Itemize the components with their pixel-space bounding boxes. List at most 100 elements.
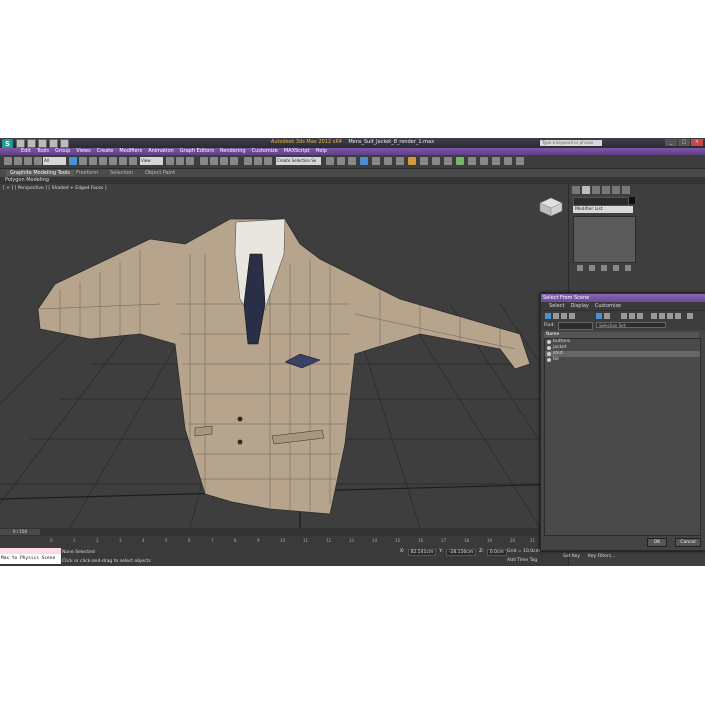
pivot-icon[interactable] — [166, 157, 174, 165]
selection-filter-dropdown[interactable]: All — [43, 157, 66, 165]
keyboard-shortcut-icon[interactable] — [186, 157, 194, 165]
y-coordinate-field[interactable]: -28.156cm — [445, 549, 477, 556]
polygon-modeling-panel[interactable]: Polygon Modeling — [0, 177, 705, 184]
activeshade-icon[interactable] — [432, 157, 440, 165]
hierarchy-icon[interactable] — [659, 313, 665, 319]
render-to-texture-icon[interactable] — [516, 157, 524, 165]
window-crossing-icon[interactable] — [99, 157, 107, 165]
batch-render-icon[interactable] — [504, 157, 512, 165]
modifier-list-dropdown[interactable]: Modifier List — [573, 206, 633, 213]
tab-selection[interactable]: Selection — [110, 170, 133, 176]
make-unique-icon[interactable] — [601, 265, 607, 271]
menu-item[interactable]: MAXScript — [281, 148, 313, 155]
viewport-label[interactable]: [ + ] [ Perspective ] [ Shaded + Edged F… — [3, 186, 107, 191]
render-iterative-icon[interactable] — [420, 157, 428, 165]
find-input[interactable] — [558, 322, 593, 330]
dialog-menu-display[interactable]: Display — [567, 302, 591, 310]
menu-item[interactable]: Graph Editors — [177, 148, 217, 155]
select-all-icon[interactable] — [621, 313, 627, 319]
time-slider-track[interactable]: 0 / 100 — [0, 528, 540, 536]
undo-icon[interactable] — [4, 157, 12, 165]
select-object-icon[interactable] — [69, 157, 77, 165]
viewcube-icon[interactable] — [539, 197, 563, 217]
curve-editor-icon[interactable] — [348, 157, 356, 165]
configure-sets-icon[interactable] — [625, 265, 631, 271]
hierarchy-tab-icon[interactable] — [592, 186, 600, 194]
link-icon[interactable] — [14, 157, 22, 165]
layer-manager-icon[interactable] — [326, 157, 334, 165]
perspective-viewport[interactable]: [ + ] [ Perspective ] [ Shaded + Edged F… — [0, 184, 568, 528]
object-name-field[interactable] — [573, 197, 629, 206]
graphite-toggle-icon[interactable] — [337, 157, 345, 165]
menu-item[interactable]: Customize — [249, 148, 281, 155]
filter-icon[interactable] — [675, 313, 681, 319]
timeline-ruler[interactable]: 0 1 2 3 4 5 6 7 8 9 10 11 12 13 14 15 16… — [0, 536, 540, 546]
columns-icon[interactable] — [667, 313, 673, 319]
add-time-tag-button[interactable]: Add Time Tag — [507, 558, 537, 563]
object-color-swatch[interactable] — [629, 197, 635, 204]
render-production-icon[interactable] — [408, 157, 416, 165]
ref-coord-dropdown[interactable]: View — [140, 157, 163, 165]
select-by-name-icon[interactable] — [79, 157, 87, 165]
modifier-stack[interactable] — [573, 216, 636, 263]
menu-item[interactable]: Animation — [145, 148, 177, 155]
time-slider[interactable]: 0 / 100 — [0, 529, 40, 535]
modify-tab-icon[interactable] — [582, 186, 590, 194]
selection-set-dropdown[interactable]: Selection Set: — [596, 322, 666, 328]
create-tab-icon[interactable] — [572, 186, 580, 194]
maximize-icon[interactable]: □ — [678, 139, 690, 146]
rectangle-selection-icon[interactable] — [89, 157, 97, 165]
video-post-icon[interactable] — [480, 157, 488, 165]
minimize-icon[interactable]: _ — [665, 139, 677, 146]
display-shapes-icon[interactable] — [553, 313, 559, 319]
menu-item[interactable]: Help — [313, 148, 330, 155]
move-icon[interactable] — [109, 157, 117, 165]
dialog-menu-select[interactable]: Select — [546, 302, 567, 310]
suit-jacket-mesh[interactable] — [37, 218, 531, 515]
display-cameras-icon[interactable] — [569, 313, 575, 319]
key-filters-button[interactable]: Key Filters... — [588, 554, 615, 559]
dialog-menu-customize[interactable]: Customize — [592, 302, 624, 310]
display-geometry-icon[interactable] — [545, 313, 551, 319]
display-tab-icon[interactable] — [612, 186, 620, 194]
sort-icon[interactable] — [651, 313, 657, 319]
tab-freeform[interactable]: Freeform — [76, 170, 98, 176]
menu-item[interactable]: Rendering — [217, 148, 249, 155]
named-selection-dropdown[interactable]: Create Selection Se — [276, 157, 321, 165]
mirror-icon[interactable] — [254, 157, 262, 165]
manipulate-icon[interactable] — [176, 157, 184, 165]
search-input[interactable]: Type a keyword or phrase — [540, 140, 602, 146]
scale-icon[interactable] — [129, 157, 137, 165]
menu-item[interactable]: Modifiers — [116, 148, 145, 155]
tab-object-paint[interactable]: Object Paint — [145, 170, 175, 176]
maxscript-listener-bottom[interactable]: Max to Physics Scene — [0, 554, 61, 564]
utilities-tab-icon[interactable] — [622, 186, 630, 194]
select-invert-icon[interactable] — [637, 313, 643, 319]
select-none-icon[interactable] — [629, 313, 635, 319]
snaps-toggle-icon[interactable] — [200, 157, 208, 165]
menu-item[interactable]: Tools — [34, 148, 52, 155]
motion-tab-icon[interactable] — [602, 186, 610, 194]
ok-button[interactable]: OK — [647, 538, 667, 547]
align-icon[interactable] — [264, 157, 272, 165]
environment-icon[interactable] — [456, 157, 464, 165]
unlink-icon[interactable] — [24, 157, 32, 165]
cancel-button[interactable]: Cancel — [675, 538, 701, 547]
render-setup-icon[interactable] — [384, 157, 392, 165]
tab-graphite-modeling-tools[interactable]: Graphite Modeling Tools — [6, 170, 75, 176]
remove-modifier-icon[interactable] — [613, 265, 619, 271]
list-item[interactable]: tie — [545, 357, 700, 363]
effects-icon[interactable] — [468, 157, 476, 165]
display-helpers-icon[interactable] — [596, 313, 602, 319]
display-spacewarps-icon[interactable] — [604, 313, 610, 319]
menu-item[interactable]: Edit — [18, 148, 34, 155]
close-icon[interactable]: × — [691, 139, 703, 146]
scene-explorer-icon[interactable] — [492, 157, 500, 165]
schematic-view-icon[interactable] — [360, 157, 368, 165]
z-coordinate-field[interactable]: 0.0cm — [486, 549, 507, 556]
pin-stack-icon[interactable] — [577, 265, 583, 271]
sync-selection-icon[interactable] — [687, 313, 693, 319]
bind-icon[interactable] — [34, 157, 42, 165]
set-key-button[interactable]: Set Key — [563, 554, 580, 559]
spinner-snap-icon[interactable] — [230, 157, 238, 165]
